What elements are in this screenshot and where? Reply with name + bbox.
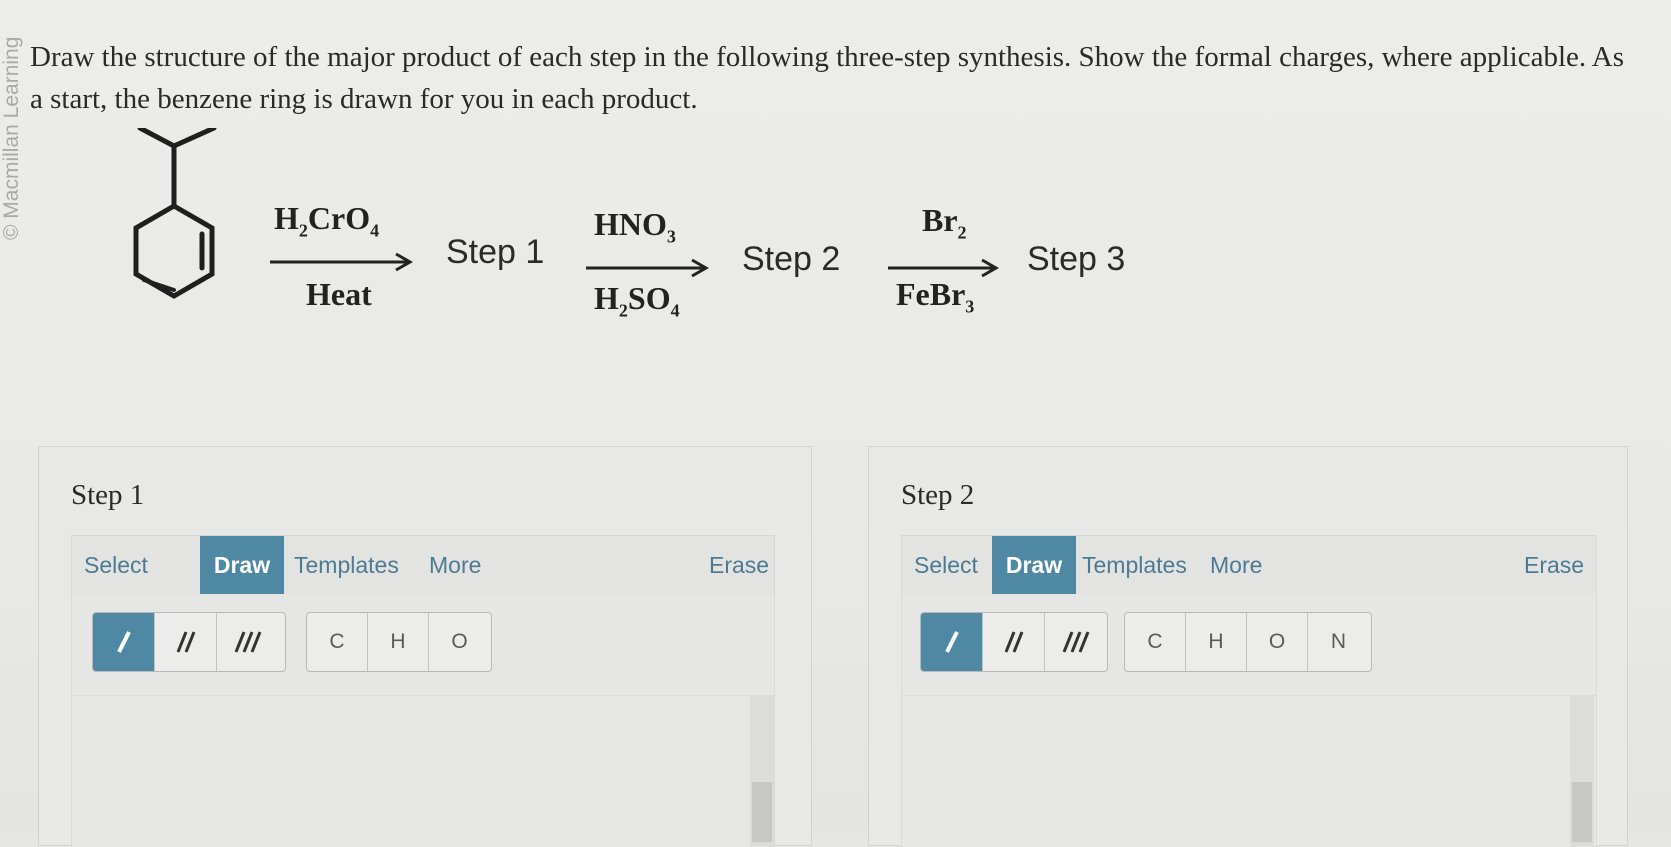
- scrollbar-thumb[interactable]: [1572, 782, 1592, 842]
- atom-hydrogen-button[interactable]: H: [1186, 613, 1247, 671]
- page: © Macmillan Learning Draw the structure …: [0, 0, 1671, 847]
- reaction-arrow-3: [888, 258, 1000, 278]
- arrow2-top-reagent: HNO3: [594, 206, 676, 247]
- arrow2-bottom-reagent: H2SO4: [594, 280, 680, 321]
- more-tab[interactable]: More: [429, 536, 481, 594]
- arrow3-bottom-reagent: FeBr3: [896, 276, 975, 317]
- select-tab[interactable]: Select: [84, 536, 148, 594]
- arrow1-bottom-reagent: Heat: [306, 276, 372, 312]
- step2-answer-panel: Step 2 Select Draw Templates More Erase: [868, 446, 1628, 847]
- erase-button[interactable]: Erase: [709, 536, 769, 594]
- reaction-arrow-1: [270, 252, 414, 272]
- bond-tool-group: [92, 612, 286, 672]
- drawing-canvas[interactable]: [901, 696, 1597, 847]
- erase-button[interactable]: Erase: [1524, 536, 1584, 594]
- triple-bond-icon[interactable]: [217, 613, 279, 671]
- double-bond-icon[interactable]: [983, 613, 1045, 671]
- vertical-scrollbar[interactable]: [750, 696, 774, 847]
- templates-tab[interactable]: Templates: [294, 536, 399, 594]
- vertical-scrollbar[interactable]: [1570, 696, 1594, 847]
- drawing-toolbar: Select Draw Templates More Erase: [71, 535, 775, 595]
- select-tab[interactable]: Select: [914, 536, 978, 594]
- double-bond-icon[interactable]: [155, 613, 217, 671]
- tools-area: C H O: [71, 594, 775, 696]
- atom-carbon-button[interactable]: C: [307, 613, 368, 671]
- atom-oxygen-button[interactable]: O: [429, 613, 490, 671]
- bond-tool-group: [920, 612, 1108, 672]
- step1-answer-panel: Step 1 Select Draw Templates More Erase: [38, 446, 812, 847]
- atom-oxygen-button[interactable]: O: [1247, 613, 1308, 671]
- drawing-canvas[interactable]: [71, 696, 775, 847]
- atom-hydrogen-button[interactable]: H: [368, 613, 429, 671]
- arrow1-top-reagent: H2CrO4: [274, 200, 380, 241]
- draw-tab[interactable]: Draw: [992, 536, 1076, 594]
- triple-bond-icon[interactable]: [1045, 613, 1107, 671]
- drawing-toolbar: Select Draw Templates More Erase: [901, 535, 1597, 595]
- scheme-step3-label: Step 3: [1027, 240, 1126, 278]
- panel-title: Step 1: [71, 479, 145, 511]
- single-bond-icon[interactable]: [921, 613, 983, 671]
- more-tab[interactable]: More: [1210, 536, 1262, 594]
- scrollbar-thumb[interactable]: [752, 782, 772, 842]
- templates-tab[interactable]: Templates: [1082, 536, 1187, 594]
- atom-carbon-button[interactable]: C: [1125, 613, 1186, 671]
- reaction-arrow-2: [586, 258, 710, 278]
- atom-tool-group: C H O N: [1124, 612, 1372, 672]
- scheme-step1-label: Step 1: [446, 233, 545, 271]
- reaction-scheme: H2CrO4 Heat Step 1 HNO3 H2SO4 Step 2 Br2: [0, 120, 1671, 340]
- single-bond-icon[interactable]: [93, 613, 155, 671]
- atom-nitrogen-button[interactable]: N: [1308, 613, 1369, 671]
- scheme-step2-label: Step 2: [742, 240, 841, 278]
- isopropylbenzene-structure: [133, 128, 217, 299]
- panel-title: Step 2: [901, 479, 975, 511]
- question-text: Draw the structure of the major product …: [30, 41, 1624, 115]
- tools-area: C H O N: [901, 594, 1597, 696]
- draw-tab[interactable]: Draw: [200, 536, 284, 594]
- atom-tool-group: C H O: [306, 612, 492, 672]
- arrow3-top-reagent: Br2: [922, 202, 967, 243]
